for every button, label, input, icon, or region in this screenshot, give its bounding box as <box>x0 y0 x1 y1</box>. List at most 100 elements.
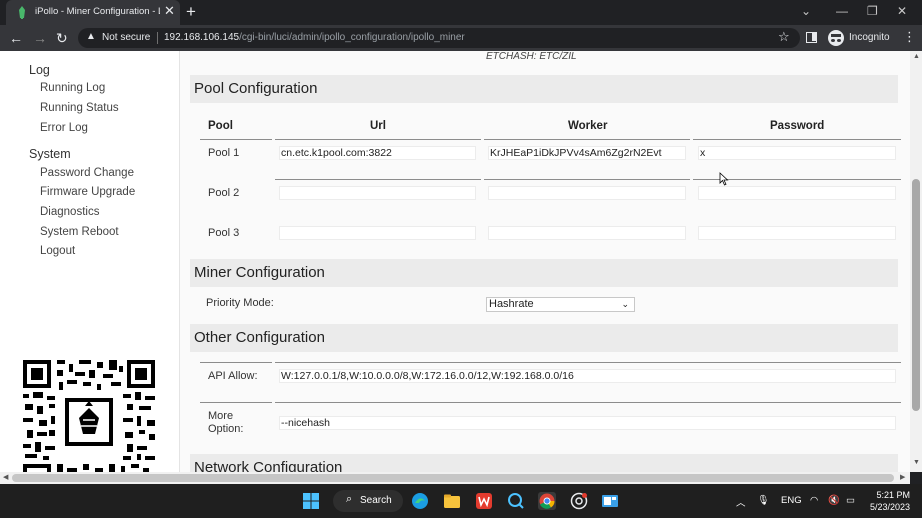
close-tab-icon[interactable]: ✕ <box>164 3 175 19</box>
pool-1-password-input[interactable]: x <box>698 146 896 160</box>
pool-1-worker-input[interactable]: KrJHEaP1iDkJPVv4sAm6Zg2rN2Evt <box>488 146 686 160</box>
sidebar-item-logout[interactable]: Logout <box>40 245 75 257</box>
wifi-icon[interactable]: ◠ <box>810 495 818 506</box>
section-title-other: Other Configuration <box>194 329 325 346</box>
windows-start-icon[interactable] <box>302 492 320 510</box>
url-text[interactable]: 192.168.106.145/cgi-bin/luci/admin/ipoll… <box>164 32 465 43</box>
omnibox-divider <box>157 32 158 44</box>
minimize-icon[interactable]: — <box>836 2 848 20</box>
incognito-icon[interactable] <box>828 30 844 46</box>
table-header-worker: Worker <box>568 120 608 132</box>
section-title-network: Network Configuration <box>194 459 343 472</box>
volume-muted-icon[interactable]: 🔇 <box>828 495 840 506</box>
pool-3-url-input[interactable] <box>279 226 476 240</box>
url-path[interactable]: /cgi-bin/luci/admin/ipollo_configuration… <box>239 32 465 43</box>
tray-chevron-up-icon[interactable]: ︿ <box>736 495 746 509</box>
pool-1-label: Pool 1 <box>208 147 240 159</box>
more-option-label-line1: More <box>208 410 234 422</box>
side-panel-icon[interactable] <box>806 32 817 43</box>
warning-triangle-icon[interactable]: ▲ <box>86 31 96 42</box>
row-divider <box>484 179 690 180</box>
not-secure-label[interactable]: Not secure <box>102 32 150 43</box>
ipollo-favicon-icon <box>19 6 25 19</box>
vertical-scroll-thumb[interactable] <box>912 179 920 411</box>
algorithm-note: ETCHASH: ETC/ZIL <box>486 51 577 62</box>
scroll-down-icon[interactable]: ▼ <box>913 459 920 466</box>
priority-mode-value[interactable]: Hashrate <box>489 298 534 310</box>
url-host[interactable]: 192.168.106.145 <box>164 32 239 43</box>
chrome-browser-icon[interactable] <box>538 492 556 510</box>
tab-search-icon[interactable]: ⌄ <box>801 2 811 20</box>
scroll-up-icon[interactable]: ▲ <box>913 53 920 60</box>
restore-icon[interactable]: ❐ <box>867 2 878 20</box>
back-arrow-icon[interactable]: ← <box>9 28 23 48</box>
sidebar-item-diagnostics[interactable]: Diagnostics <box>40 206 99 218</box>
row-divider <box>200 362 272 363</box>
tab-title: iPollo - Miner Configuration - LuCI <box>35 6 160 17</box>
section-title-miner: Miner Configuration <box>194 264 325 281</box>
taskbar-search-button[interactable]: ⌕ Search <box>333 490 403 512</box>
table-header-divider <box>693 139 901 140</box>
table-header-url: Url <box>370 120 386 132</box>
pool-3-label: Pool 3 <box>208 227 240 239</box>
language-indicator[interactable]: ENG <box>781 495 802 506</box>
reload-icon[interactable]: ↻ <box>56 28 68 48</box>
sidebar-item-password-change[interactable]: Password Change <box>40 167 134 179</box>
taskbar-search-label[interactable]: Search <box>360 495 392 506</box>
table-header-divider <box>200 139 272 140</box>
close-window-icon[interactable]: ✕ <box>897 2 907 20</box>
file-explorer-icon[interactable] <box>443 492 461 510</box>
priority-mode-select[interactable]: Hashrate ⌄ <box>486 297 635 312</box>
clock-time[interactable]: 5:21 PM <box>862 489 910 501</box>
browser-toolbar: ← → ↻ ▲ Not secure 192.168.106.145/cgi-b… <box>0 25 922 51</box>
sidebar-item-system-reboot[interactable]: System Reboot <box>40 226 119 238</box>
table-header-divider <box>484 139 690 140</box>
table-header-password: Password <box>770 120 825 132</box>
pool-2-url-input[interactable] <box>279 186 476 200</box>
pool-2-password-input[interactable] <box>698 186 896 200</box>
chrome-incognito-icon[interactable] <box>570 492 588 510</box>
search-icon[interactable]: ⌕ <box>346 493 352 506</box>
clock-date[interactable]: 5/23/2023 <box>862 501 910 513</box>
sidebar-item-error-log[interactable]: Error Log <box>40 122 88 134</box>
pool-2-worker-input[interactable] <box>488 186 686 200</box>
new-tab-button[interactable]: + <box>186 1 196 23</box>
horizontal-scroll-thumb[interactable] <box>12 474 894 482</box>
main-content: ETCHASH: ETC/ZIL Pool Configuration Pool… <box>180 51 910 472</box>
microphone-icon[interactable]: 🎙 <box>757 495 769 506</box>
sidebar: Log Running Log Running Status Error Log… <box>0 51 180 472</box>
incognito-label[interactable]: Incognito <box>849 32 890 43</box>
qr-code-image <box>23 360 155 472</box>
scroll-left-icon[interactable]: ◀ <box>3 473 8 481</box>
app-window-icon[interactable] <box>601 492 619 510</box>
api-allow-input[interactable]: W:127.0.0.1/8,W:10.0.0.0/8,W:172.16.0.0/… <box>279 369 896 383</box>
table-header-pool: Pool <box>208 120 233 132</box>
chevron-down-icon[interactable]: ⌄ <box>621 298 629 311</box>
pool-1-url-input[interactable]: cn.etc.k1pool.com:3822 <box>279 146 476 160</box>
priority-mode-label: Priority Mode: <box>206 297 274 309</box>
sidebar-item-firmware-upgrade[interactable]: Firmware Upgrade <box>40 186 135 198</box>
vertical-scrollbar[interactable]: ▲ ▼ <box>910 51 922 472</box>
edge-browser-icon[interactable] <box>411 492 429 510</box>
windows-taskbar: ⌕ Search ︿ 🎙 ENG ◠ 🔇 ▭ 5:21 PM 5/23/2023 <box>0 484 922 518</box>
scroll-right-icon[interactable]: ▶ <box>900 473 905 481</box>
sidebar-item-running-status[interactable]: Running Status <box>40 102 119 114</box>
browser-tab[interactable]: iPollo - Miner Configuration - LuCI ✕ <box>6 0 180 25</box>
pool-3-worker-input[interactable] <box>488 226 686 240</box>
row-divider <box>275 402 901 403</box>
horizontal-scrollbar[interactable]: ◀ ▶ <box>0 472 910 484</box>
address-bar[interactable]: ▲ Not secure 192.168.106.145/cgi-bin/luc… <box>78 28 800 48</box>
battery-icon[interactable]: ▭ <box>846 495 855 506</box>
table-header-divider <box>275 139 481 140</box>
network-app-icon[interactable] <box>507 492 525 510</box>
mouse-cursor-icon <box>719 172 729 186</box>
pool-3-password-input[interactable] <box>698 226 896 240</box>
section-title-pool: Pool Configuration <box>194 80 318 97</box>
wps-office-icon[interactable] <box>475 492 493 510</box>
taskbar-clock[interactable]: 5:21 PM 5/23/2023 <box>862 489 910 513</box>
more-option-input[interactable]: --nicehash <box>279 416 896 430</box>
bookmark-star-icon[interactable]: ☆ <box>778 29 790 45</box>
sidebar-item-running-log[interactable]: Running Log <box>40 82 105 94</box>
forward-arrow-icon[interactable]: → <box>33 28 47 48</box>
menu-kebab-icon[interactable]: ⋮ <box>903 29 916 45</box>
